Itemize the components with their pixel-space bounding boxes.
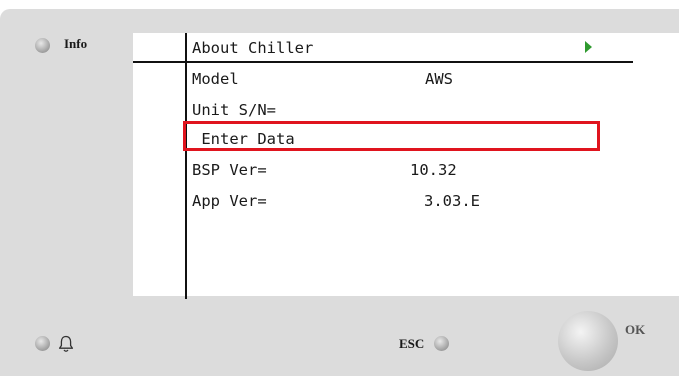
esc-button-label[interactable]: ESC (399, 336, 424, 352)
next-arrow-icon[interactable] (585, 41, 592, 53)
info-button-label[interactable]: Info (64, 36, 87, 52)
model-value: AWS (425, 70, 453, 88)
app-ver-label: App Ver= (192, 192, 267, 210)
bell-icon[interactable] (58, 335, 74, 353)
ok-knob-button[interactable] (558, 311, 618, 371)
bsp-ver-value: 10.32 (410, 161, 457, 179)
app-ver-value: 3.03.E (424, 192, 480, 210)
ok-button-label[interactable]: OK (625, 322, 645, 338)
info-led-button[interactable] (35, 38, 50, 53)
unit-sn-label: Unit S/N= (192, 101, 276, 119)
alarm-led-button[interactable] (35, 336, 50, 351)
esc-led-button[interactable] (434, 336, 449, 351)
model-label: Model (192, 70, 239, 88)
bsp-ver-label: BSP Ver= (192, 161, 267, 179)
screen-divider-horizontal (133, 61, 633, 63)
selection-highlight (183, 121, 600, 151)
screen-title: About Chiller (192, 39, 314, 57)
screen-divider-vertical (185, 33, 187, 299)
